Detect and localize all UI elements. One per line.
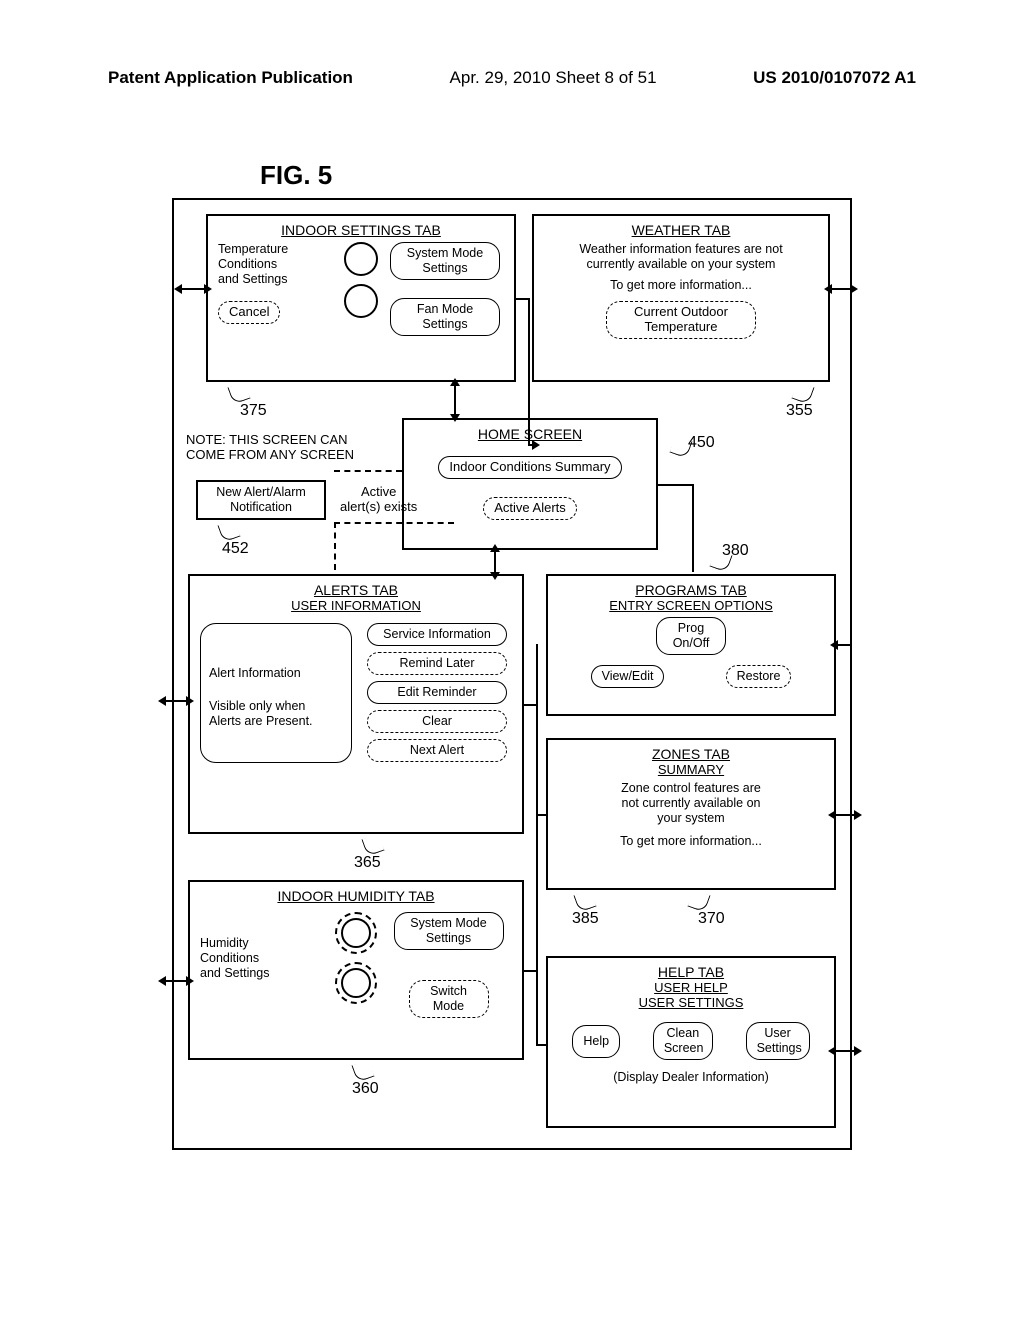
ref-360: 360 [352,1080,379,1098]
temp-label-3: and Settings [218,272,336,287]
help-panel: HELP TAB USER HELP USER SETTINGS Help Cl… [546,956,836,1128]
help-button[interactable]: Help [572,1025,620,1058]
connector [166,700,186,702]
alert-visible-1: Visible only when [209,699,343,714]
header-left: Patent Application Publication [108,68,353,88]
indoor-settings-title: INDOOR SETTINGS TAB [208,222,514,238]
connector [692,484,694,572]
zones-l1: Zone control features are [548,781,834,796]
zones-title-1: ZONES TAB [548,746,834,762]
ref-385: 385 [572,910,599,928]
programs-title-1: PROGRAMS TAB [548,582,834,598]
connector [658,484,694,486]
temp-label-1: Temperature [218,242,336,257]
connector [832,288,850,290]
weather-panel: WEATHER TAB Weather information features… [532,214,830,382]
connector [536,1044,546,1046]
programs-panel: PROGRAMS TAB ENTRY SCREEN OPTIONS Prog O… [546,574,836,716]
note-text: NOTE: THIS SCREEN CAN COME FROM ANY SCRE… [186,432,354,462]
zones-l2: not currently available on [548,796,834,811]
temp-label-2: Conditions [218,257,336,272]
remind-later-button[interactable]: Remind Later [367,652,507,675]
hum-label-1: Humidity [200,936,327,951]
ref-375: 375 [240,402,267,420]
help-title-3: USER SETTINGS [548,995,834,1010]
system-mode-settings-button[interactable]: System Mode Settings [390,242,500,280]
ref-370: 370 [698,910,725,928]
ref-452: 452 [222,540,249,558]
connector [838,644,852,646]
prog-onoff-button[interactable]: Prog On/Off [656,617,726,655]
indoor-conditions-summary-button[interactable]: Indoor Conditions Summary [438,456,621,479]
new-alert-box: New Alert/Alarm Notification [196,480,326,520]
connector [334,522,336,570]
restore-button[interactable]: Restore [726,665,792,688]
programs-title-2: ENTRY SCREEN OPTIONS [548,598,834,613]
weather-title: WEATHER TAB [534,222,828,238]
up-arrow-button[interactable] [344,242,378,276]
ref-380: 380 [722,542,749,560]
ref-355: 355 [786,402,813,420]
connector [536,644,538,1044]
user-settings-button[interactable]: User Settings [746,1022,810,1060]
figure-label: FIG. 5 [260,160,332,191]
help-title-2: USER HELP [548,980,834,995]
alert-visible-2: Alerts are Present. [209,714,343,729]
active-alerts-exists-label: Active alert(s) exists [340,484,417,514]
header-right: US 2010/0107072 A1 [753,68,916,88]
hum-label-3: and Settings [200,966,327,981]
zones-title-2: SUMMARY [548,762,834,777]
fan-mode-settings-button[interactable]: Fan Mode Settings [390,298,500,336]
connector [836,1050,854,1052]
connector [454,386,456,414]
weather-line2: currently available on your system [534,257,828,272]
hum-up-button[interactable] [335,912,377,954]
connector [528,298,530,446]
connector [334,470,402,472]
edit-reminder-button[interactable]: Edit Reminder [367,681,507,704]
connector [494,552,496,572]
connector [836,814,854,816]
alerts-title-2: USER INFORMATION [190,598,522,613]
home-title: HOME SCREEN [404,426,656,442]
next-alert-button[interactable]: Next Alert [367,739,507,762]
connector [528,444,532,446]
service-information-button[interactable]: Service Information [367,623,507,646]
connector [536,814,546,816]
help-footer: (Display Dealer Information) [548,1070,834,1085]
clean-screen-button[interactable]: Clean Screen [653,1022,713,1060]
current-outdoor-temp-button[interactable]: Current Outdoor Temperature [606,301,756,339]
active-alerts-button[interactable]: Active Alerts [483,497,577,520]
page-header: Patent Application Publication Apr. 29, … [0,68,1024,88]
weather-line3: To get more information... [534,278,828,293]
hum-sysmode-button[interactable]: System Mode Settings [394,912,504,950]
down-arrow-button[interactable] [344,284,378,318]
zones-panel: ZONES TAB SUMMARY Zone control features … [546,738,836,890]
humidity-panel: INDOOR HUMIDITY TAB Humidity Conditions … [188,880,524,1060]
alerts-title-1: ALERTS TAB [190,582,522,598]
hum-down-button[interactable] [335,962,377,1004]
diagram-frame: INDOOR SETTINGS TAB Temperature Conditio… [172,198,852,1150]
weather-line1: Weather information features are not [534,242,828,257]
alerts-panel: ALERTS TAB USER INFORMATION Alert Inform… [188,574,524,834]
help-title-1: HELP TAB [548,964,834,980]
connector [166,980,186,982]
switch-mode-button[interactable]: Switch Mode [409,980,489,1018]
ref-450: 450 [688,434,715,452]
zones-l3: your system [548,811,834,826]
connector [334,522,454,524]
connector [524,704,536,706]
zones-l4: To get more information... [548,834,834,849]
cancel-button[interactable]: Cancel [218,301,280,324]
header-mid: Apr. 29, 2010 Sheet 8 of 51 [450,68,657,88]
ref-365: 365 [354,854,381,872]
clear-button[interactable]: Clear [367,710,507,733]
home-screen-panel: HOME SCREEN Indoor Conditions Summary Ac… [402,418,658,550]
view-edit-button[interactable]: View/Edit [591,665,665,688]
indoor-settings-panel: INDOOR SETTINGS TAB Temperature Conditio… [206,214,516,382]
humidity-title: INDOOR HUMIDITY TAB [190,888,522,904]
alert-info-label: Alert Information [209,666,343,681]
hum-label-2: Conditions [200,951,327,966]
connector [182,288,204,290]
